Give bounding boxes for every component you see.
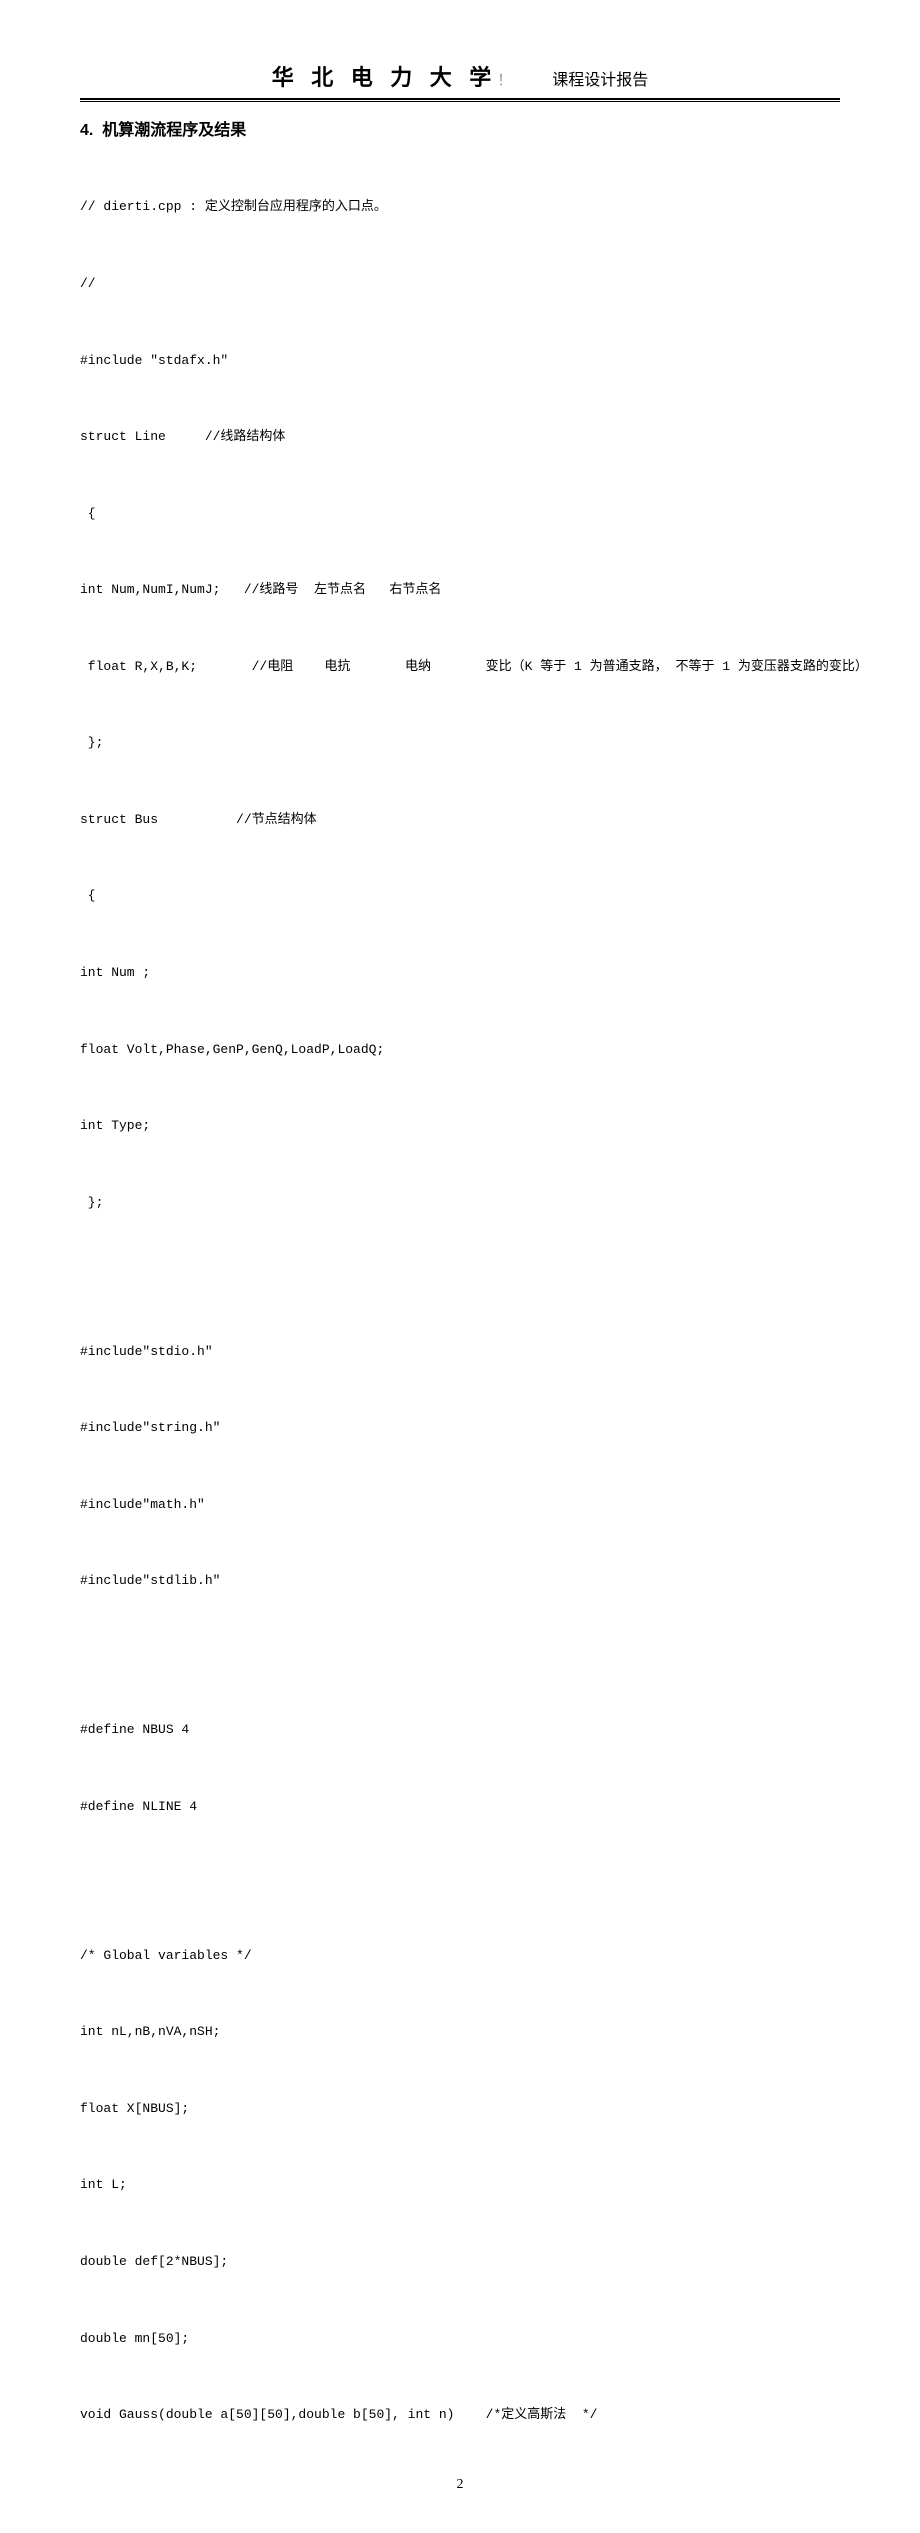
document-page: 华 北 电 力 大 学 ！ 课程设计报告 4. 机算潮流程序及结果 // die…: [0, 0, 920, 2533]
code-line: struct Line //线路结构体: [80, 428, 840, 446]
section-title-text: 机算潮流程序及结果: [102, 122, 246, 139]
section-number: 4.: [80, 122, 93, 139]
code-line: #include"stdlib.h": [80, 1572, 840, 1590]
code-line: #define NLINE 4: [80, 1798, 840, 1816]
code-line: float Volt,Phase,GenP,GenQ,LoadP,LoadQ;: [80, 1041, 840, 1059]
university-name: 华 北 电 力 大 学: [272, 65, 498, 90]
code-line: //: [80, 275, 840, 293]
code-line: #include "stdafx.h": [80, 352, 840, 370]
page-number: 2: [80, 2477, 840, 2493]
code-line: {: [80, 505, 840, 523]
code-line: float X[NBUS];: [80, 2100, 840, 2118]
section-heading: 4. 机算潮流程序及结果: [80, 116, 840, 140]
code-line: int Num,NumI,NumJ; //线路号 左节点名 右节点名: [80, 581, 840, 599]
code-line: [80, 1649, 840, 1663]
code-line: #include"math.h": [80, 1496, 840, 1514]
code-line: int Num ;: [80, 964, 840, 982]
code-line: int L;: [80, 2176, 840, 2194]
code-line: struct Bus //节点结构体: [80, 811, 840, 829]
header-rule: [80, 98, 840, 102]
code-line: int Type;: [80, 1117, 840, 1135]
header-glyphs: ！: [497, 73, 512, 89]
header-subtitle: 课程设计报告: [552, 66, 648, 90]
code-line: // dierti.cpp : 定义控制台应用程序的入口点。: [80, 198, 840, 216]
code-line: #include"stdio.h": [80, 1343, 840, 1361]
code-block: // dierti.cpp : 定义控制台应用程序的入口点。 // #inclu…: [80, 162, 840, 2465]
code-line: };: [80, 734, 840, 752]
code-line: {: [80, 887, 840, 905]
code-line: float R,X,B,K; //电阻 电抗 电纳 变比（K 等于 1 为普通支…: [80, 658, 840, 676]
code-line: [80, 1270, 840, 1284]
code-line: int nL,nB,nVA,nSH;: [80, 2023, 840, 2041]
code-line: double mn[50];: [80, 2330, 840, 2348]
code-line: void Gauss(double a[50][50],double b[50]…: [80, 2406, 840, 2424]
code-line: #define NBUS 4: [80, 1721, 840, 1739]
code-line: #include"string.h": [80, 1419, 840, 1437]
code-line: double def[2*NBUS];: [80, 2253, 840, 2271]
code-line: [80, 1874, 840, 1888]
page-header: 华 北 电 力 大 学 ！ 课程设计报告: [80, 60, 840, 92]
header-line: 华 北 电 力 大 学 ！ 课程设计报告: [80, 60, 840, 92]
code-line: };: [80, 1194, 840, 1212]
code-line: /* Global variables */: [80, 1947, 840, 1965]
